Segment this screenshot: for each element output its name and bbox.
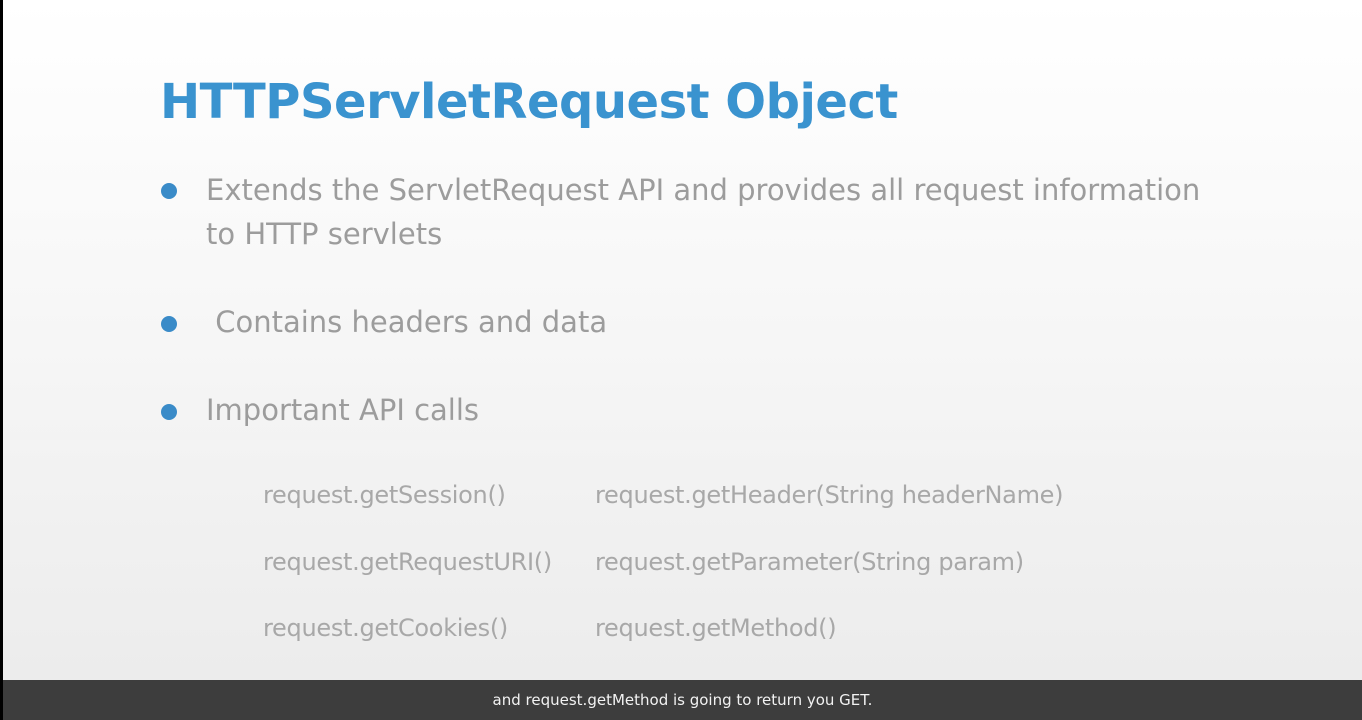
subtitle-bar: and request.getMethod is going to return…	[3, 680, 1362, 720]
api-call-get-request-uri: request.getRequestURI()	[263, 548, 552, 576]
api-call-get-cookies: request.getCookies()	[263, 614, 508, 642]
api-call-get-method: request.getMethod()	[595, 614, 837, 642]
slide-title: HTTPServletRequest Object	[160, 74, 898, 130]
bullet-dot-icon	[161, 316, 177, 332]
bullet-text: Contains headers and data	[206, 305, 608, 339]
bullet-line: to HTTP servlets	[206, 217, 443, 251]
bullet-dot-icon	[161, 404, 177, 420]
bullet-text: Important API calls	[206, 393, 480, 427]
bullet-dot-icon	[161, 183, 177, 199]
bullet-line: Extends the ServletRequest API and provi…	[206, 173, 1201, 207]
bullet-text: Extends the ServletRequest API and provi…	[206, 168, 1200, 256]
api-call-get-header: request.getHeader(String headerName)	[595, 481, 1064, 509]
api-call-get-parameter: request.getParameter(String param)	[595, 548, 1024, 576]
api-call-get-session: request.getSession()	[263, 481, 506, 509]
presentation-slide: HTTPServletRequest Object Extends the Se…	[3, 0, 1362, 680]
subtitle-text: and request.getMethod is going to return…	[492, 691, 873, 709]
